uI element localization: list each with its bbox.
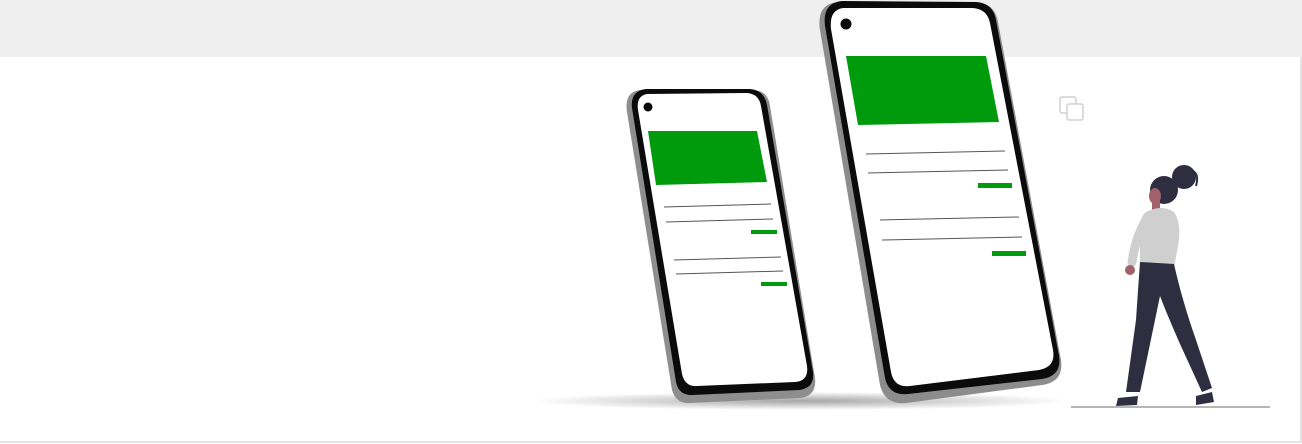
small-phone [626, 89, 816, 404]
copy-button[interactable] [1055, 92, 1089, 126]
large-phone-camera [840, 18, 852, 30]
large-phone-banner [846, 56, 999, 125]
large-phone-action-bar [978, 183, 1012, 188]
copy-icon [1059, 96, 1084, 121]
small-phone-action-bar [751, 230, 777, 234]
person-figure [1071, 165, 1270, 408]
small-phone-camera [643, 102, 653, 112]
phones-illustration [530, 1, 1270, 410]
small-phone-banner [648, 131, 767, 185]
large-phone [819, 1, 1062, 404]
large-phone-action-bar [992, 251, 1026, 256]
small-phone-action-bar [761, 282, 787, 286]
